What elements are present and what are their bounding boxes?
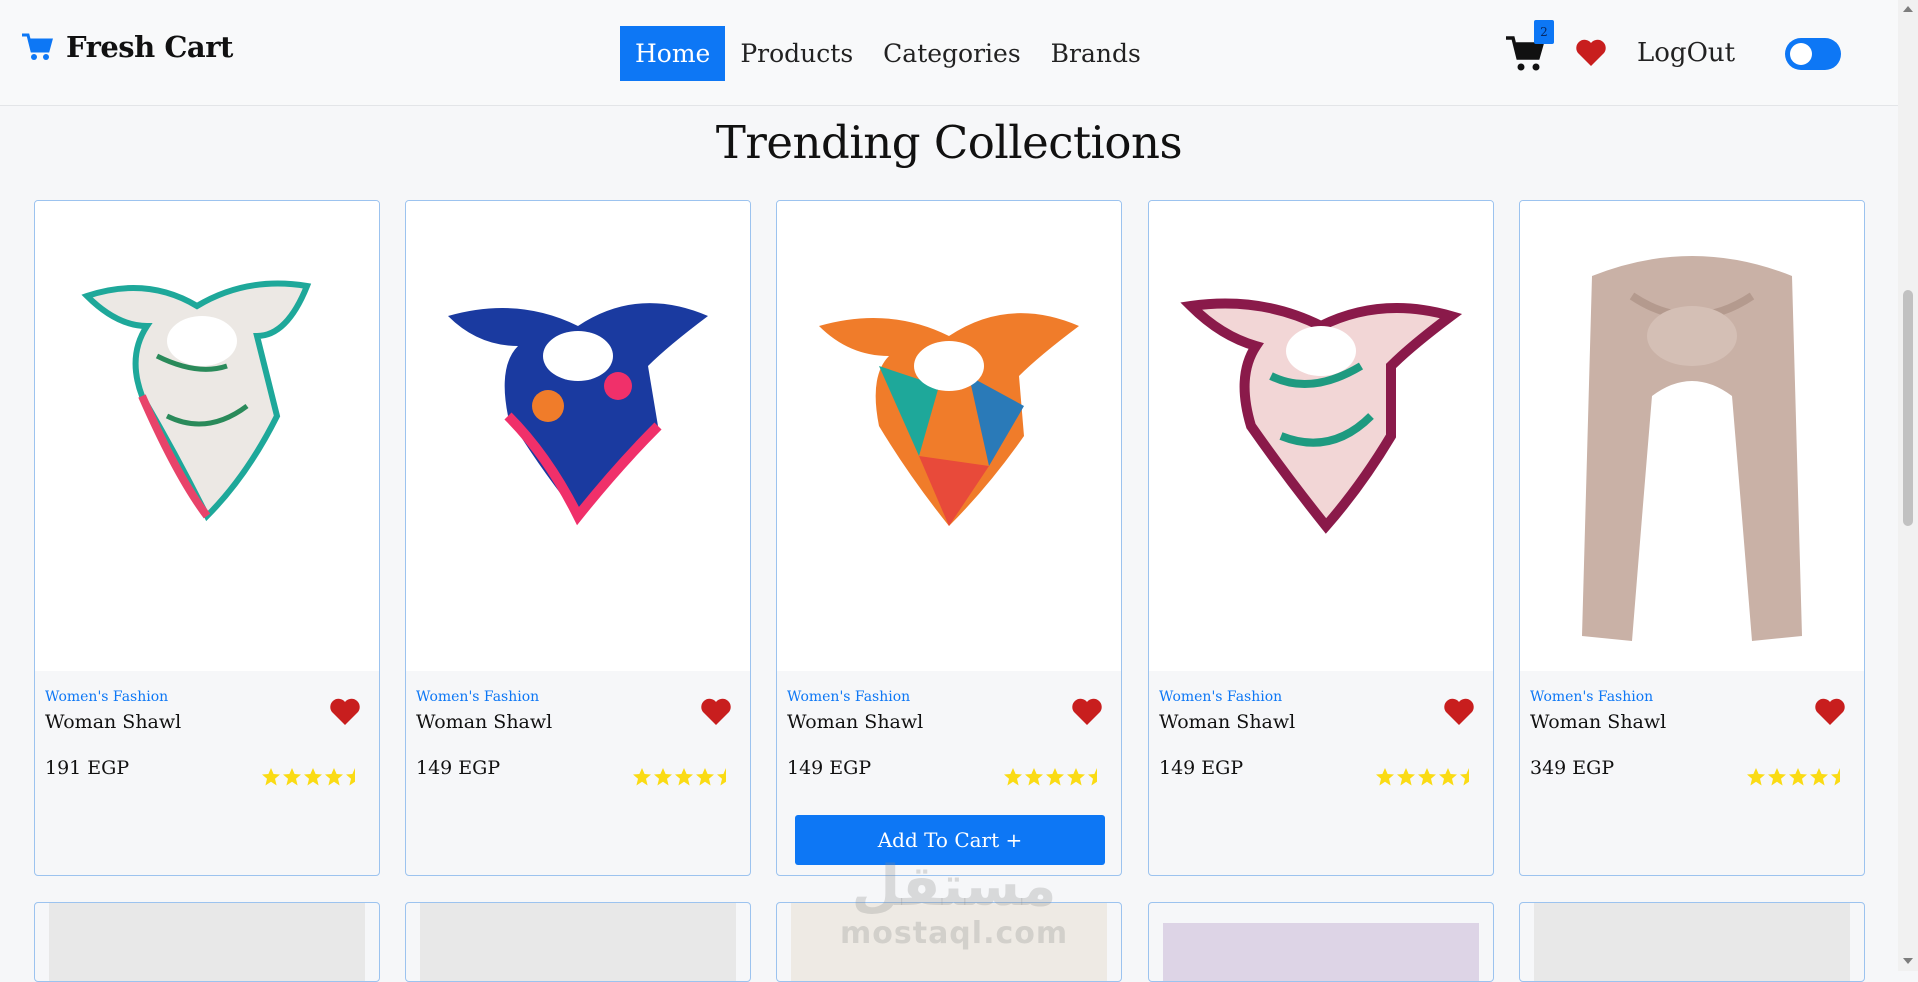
product-image bbox=[406, 201, 750, 671]
nav-home[interactable]: Home bbox=[620, 26, 726, 81]
watermark: مستقل mostaql.com bbox=[840, 854, 1069, 952]
theme-toggle[interactable] bbox=[1785, 38, 1841, 70]
favorite-heart-icon[interactable] bbox=[1814, 697, 1846, 727]
star-icon bbox=[346, 768, 355, 786]
product-price: 149 EGP bbox=[416, 757, 501, 779]
star-icon bbox=[633, 768, 651, 786]
product-category[interactable]: Women's Fashion bbox=[45, 689, 168, 705]
star-icon bbox=[1067, 768, 1085, 786]
star-icon bbox=[1439, 768, 1457, 786]
product-title[interactable]: Woman Shawl bbox=[45, 711, 181, 733]
star-icon bbox=[1460, 768, 1469, 786]
star-icon bbox=[1004, 768, 1022, 786]
rating-stars bbox=[1002, 767, 1107, 787]
rating-stars bbox=[631, 767, 736, 787]
product-image bbox=[420, 903, 736, 981]
product-image bbox=[777, 201, 1121, 671]
favorite-heart-icon[interactable] bbox=[1071, 697, 1103, 727]
product-title[interactable]: Woman Shawl bbox=[787, 711, 923, 733]
product-card[interactable] bbox=[1148, 902, 1494, 982]
star-icon bbox=[262, 768, 280, 786]
product-image bbox=[1149, 201, 1493, 671]
product-card[interactable]: Women's Fashion Woman Shawl 149 EGP bbox=[405, 200, 751, 876]
star-icon bbox=[1088, 768, 1097, 786]
navbar: Fresh Cart Home Products Categories Bran… bbox=[0, 0, 1898, 106]
star-icon bbox=[654, 768, 672, 786]
watermark-arabic: مستقل bbox=[851, 854, 1057, 919]
product-card[interactable]: Women's Fashion Woman Shawl 349 EGP bbox=[1519, 200, 1865, 876]
rating-stars bbox=[1745, 767, 1850, 787]
nav-brands[interactable]: Brands bbox=[1036, 26, 1156, 81]
product-price: 349 EGP bbox=[1530, 757, 1615, 779]
product-title[interactable]: Woman Shawl bbox=[416, 711, 552, 733]
brand[interactable]: Fresh Cart bbox=[20, 30, 233, 64]
star-icon bbox=[696, 768, 714, 786]
product-title[interactable]: Woman Shawl bbox=[1159, 711, 1295, 733]
favorite-heart-icon[interactable] bbox=[329, 697, 361, 727]
product-card[interactable] bbox=[34, 902, 380, 982]
star-icon bbox=[325, 768, 343, 786]
logout-link[interactable]: LogOut bbox=[1637, 38, 1735, 68]
cart-button[interactable]: 2 bbox=[1504, 20, 1554, 74]
star-icon bbox=[283, 768, 301, 786]
star-icon bbox=[1376, 768, 1394, 786]
star-icon bbox=[1810, 768, 1828, 786]
scroll-up-arrow-icon[interactable] bbox=[1903, 6, 1913, 12]
watermark-latin: mostaql.com bbox=[840, 916, 1069, 951]
product-category[interactable]: Women's Fashion bbox=[787, 689, 910, 705]
star-icon bbox=[1747, 768, 1765, 786]
star-icon bbox=[1768, 768, 1786, 786]
star-icon bbox=[304, 768, 322, 786]
product-image bbox=[49, 903, 365, 981]
cart-count-badge: 2 bbox=[1534, 20, 1554, 44]
star-icon bbox=[675, 768, 693, 786]
star-icon bbox=[1397, 768, 1415, 786]
product-price: 149 EGP bbox=[787, 757, 872, 779]
rating-stars bbox=[260, 767, 365, 787]
product-card[interactable]: Women's Fashion Woman Shawl 149 EGP Add … bbox=[776, 200, 1122, 876]
star-icon bbox=[1046, 768, 1064, 786]
product-price: 149 EGP bbox=[1159, 757, 1244, 779]
favorite-heart-icon[interactable] bbox=[700, 697, 732, 727]
brand-name: Fresh Cart bbox=[66, 30, 233, 64]
cart-icon bbox=[22, 33, 53, 60]
toggle-knob bbox=[1790, 43, 1812, 65]
nav-products[interactable]: Products bbox=[725, 26, 868, 81]
star-icon bbox=[717, 768, 726, 786]
product-card[interactable] bbox=[1519, 902, 1865, 982]
vertical-scrollbar[interactable] bbox=[1898, 0, 1918, 971]
product-image bbox=[1520, 201, 1864, 671]
product-card[interactable]: Women's Fashion Woman Shawl 191 EGP bbox=[34, 200, 380, 876]
product-image bbox=[1163, 923, 1479, 981]
product-category[interactable]: Women's Fashion bbox=[416, 689, 539, 705]
star-icon bbox=[1418, 768, 1436, 786]
product-category[interactable]: Women's Fashion bbox=[1159, 689, 1282, 705]
scroll-down-arrow-icon[interactable] bbox=[1903, 958, 1913, 964]
product-card[interactable] bbox=[405, 902, 751, 982]
rating-stars bbox=[1374, 767, 1479, 787]
section-title: Trending Collections bbox=[715, 116, 1183, 169]
product-category[interactable]: Women's Fashion bbox=[1530, 689, 1653, 705]
product-price: 191 EGP bbox=[45, 757, 130, 779]
wishlist-heart-icon[interactable] bbox=[1574, 38, 1608, 68]
star-icon bbox=[1831, 768, 1840, 786]
nav-categories[interactable]: Categories bbox=[868, 26, 1036, 81]
product-title[interactable]: Woman Shawl bbox=[1530, 711, 1666, 733]
star-icon bbox=[1789, 768, 1807, 786]
favorite-heart-icon[interactable] bbox=[1443, 697, 1475, 727]
nav-links: Home Products Categories Brands bbox=[620, 26, 1156, 81]
scrollbar-thumb[interactable] bbox=[1903, 290, 1913, 526]
product-image bbox=[35, 201, 379, 671]
product-card[interactable]: Women's Fashion Woman Shawl 149 EGP bbox=[1148, 200, 1494, 876]
product-image bbox=[1534, 903, 1850, 981]
star-icon bbox=[1025, 768, 1043, 786]
